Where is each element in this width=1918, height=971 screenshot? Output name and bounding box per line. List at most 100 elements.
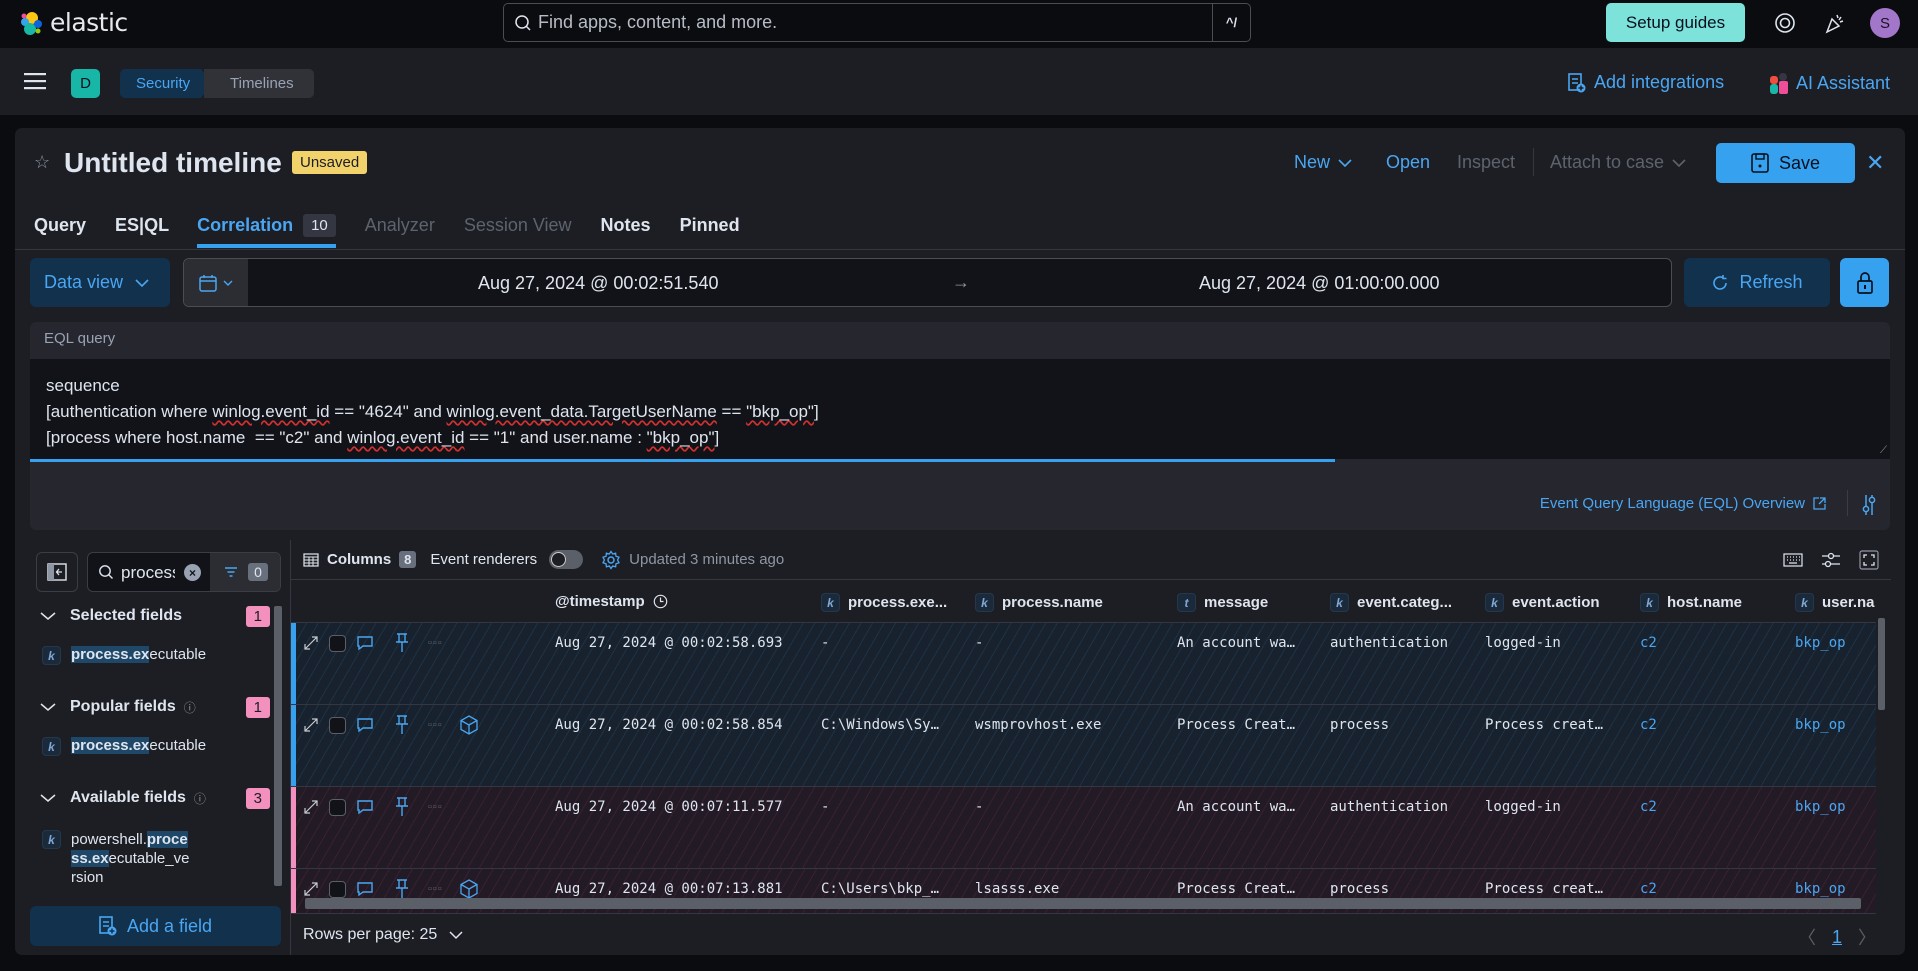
cell-event-action[interactable]: Process creat…: [1485, 717, 1603, 733]
news-feed-icon[interactable]: [1823, 11, 1847, 35]
add-note-icon[interactable]: [356, 635, 374, 651]
more-actions-icon[interactable]: ▫▫▫: [428, 637, 443, 649]
open-timeline-button[interactable]: Open: [1386, 152, 1430, 173]
cell-process-name[interactable]: lsasss.exe: [975, 881, 1059, 897]
cell-message[interactable]: An account wa…: [1177, 635, 1295, 651]
column-header-host-name[interactable]: k host.name: [1640, 593, 1742, 612]
cell-timestamp[interactable]: Aug 27, 2024 @ 00:07:13.881: [555, 881, 783, 897]
cell-user-name[interactable]: bkp_op: [1795, 717, 1846, 733]
field-item[interactable]: k powershell.process.executable_version: [42, 830, 192, 887]
add-note-icon[interactable]: [356, 881, 374, 897]
previous-page-icon[interactable]: 〈: [1798, 924, 1816, 950]
user-avatar[interactable]: S: [1870, 8, 1900, 38]
cell-event-action[interactable]: Process creat…: [1485, 881, 1603, 897]
popular-fields-section[interactable]: Popular fields ⓘ 1: [40, 696, 270, 718]
inspect-button[interactable]: Inspect: [1457, 152, 1515, 173]
help-tooltip-icon[interactable]: ⓘ: [194, 790, 206, 807]
more-actions-icon[interactable]: ▫▫▫: [428, 719, 443, 731]
cell-timestamp[interactable]: Aug 27, 2024 @ 00:07:11.577: [555, 799, 783, 815]
add-integrations-link[interactable]: Add integrations: [1568, 72, 1724, 93]
cell-message[interactable]: Process Creat…: [1177, 881, 1295, 897]
selected-fields-section[interactable]: Selected fields 1: [40, 605, 270, 627]
cell-user-name[interactable]: bkp_op: [1795, 799, 1846, 815]
table-row[interactable]: ▫▫▫ Aug 27, 2024 @ 00:02:58.854 C:\Windo…: [291, 705, 1876, 787]
cell-message[interactable]: Process Creat…: [1177, 717, 1295, 733]
cell-host-name[interactable]: c2: [1640, 881, 1657, 897]
cell-user-name[interactable]: bkp_op: [1795, 635, 1846, 651]
cell-event-category[interactable]: process: [1330, 717, 1389, 733]
pin-icon[interactable]: [394, 879, 410, 899]
keyboard-shortcuts-icon[interactable]: [1783, 553, 1803, 567]
field-type-filter-button[interactable]: 0: [210, 553, 280, 591]
expand-event-icon[interactable]: [303, 799, 319, 815]
gear-icon[interactable]: [601, 549, 621, 570]
tab-pinned[interactable]: Pinned: [680, 210, 740, 248]
add-field-button[interactable]: Add a field: [30, 906, 281, 946]
end-date-button[interactable]: Aug 27, 2024 @ 01:00:00.000: [1199, 273, 1439, 294]
row-checkbox[interactable]: [329, 798, 346, 816]
breadcrumb-security[interactable]: Security: [120, 69, 212, 98]
clear-search-icon[interactable]: ×: [184, 564, 201, 581]
refresh-button[interactable]: Refresh: [1684, 258, 1830, 307]
column-header-event-category[interactable]: k event.categ...: [1330, 593, 1452, 612]
cell-process-executable[interactable]: -: [821, 799, 829, 815]
row-checkbox[interactable]: [329, 634, 346, 652]
quick-select-button[interactable]: [184, 259, 248, 306]
eql-overview-link[interactable]: Event Query Language (EQL) Overview: [1540, 495, 1826, 512]
row-checkbox[interactable]: [329, 716, 346, 734]
pin-icon[interactable]: [394, 715, 410, 735]
available-fields-section[interactable]: Available fields ⓘ 3: [40, 787, 270, 809]
save-button[interactable]: Save: [1716, 143, 1855, 183]
tab-notes[interactable]: Notes: [601, 210, 651, 248]
more-actions-icon[interactable]: ▫▫▫: [428, 883, 443, 895]
tab-analyzer[interactable]: Analyzer: [365, 210, 435, 248]
column-header-process-executable[interactable]: k process.exe...: [821, 593, 947, 612]
cell-process-name[interactable]: -: [975, 635, 983, 651]
column-header-timestamp[interactable]: @timestamp: [555, 593, 668, 610]
cell-message[interactable]: An account wa…: [1177, 799, 1295, 815]
help-tooltip-icon[interactable]: ⓘ: [184, 699, 196, 716]
tab-correlation[interactable]: Correlation 10: [197, 210, 336, 248]
ai-assistant-button[interactable]: AI Assistant: [1770, 72, 1890, 94]
add-note-icon[interactable]: [356, 799, 374, 815]
setup-guides-button[interactable]: Setup guides: [1606, 3, 1745, 42]
event-renderers-toggle[interactable]: [549, 550, 584, 569]
cell-process-name[interactable]: wsmprovhost.exe: [975, 717, 1101, 733]
pin-icon[interactable]: [394, 797, 410, 817]
next-page-icon[interactable]: 〉: [1858, 924, 1876, 950]
display-settings-icon[interactable]: [1821, 552, 1841, 568]
field-search-input[interactable]: process.ex × 0: [87, 552, 281, 592]
help-icon[interactable]: [1773, 11, 1797, 35]
collapse-sidebar-button[interactable]: [36, 552, 78, 592]
cell-process-name[interactable]: -: [975, 799, 983, 815]
add-note-icon[interactable]: [356, 717, 374, 733]
cell-timestamp[interactable]: Aug 27, 2024 @ 00:02:58.693: [555, 635, 783, 651]
cell-event-action[interactable]: logged-in: [1485, 635, 1561, 651]
pin-icon[interactable]: [394, 633, 410, 653]
cell-host-name[interactable]: c2: [1640, 799, 1657, 815]
space-avatar[interactable]: D: [71, 69, 100, 98]
table-row[interactable]: ▫▫▫ Aug 27, 2024 @ 00:07:11.577 - - An a…: [291, 787, 1876, 869]
elastic-logo[interactable]: elastic: [18, 8, 128, 37]
expand-event-icon[interactable]: [303, 717, 319, 733]
new-timeline-dropdown[interactable]: New: [1294, 152, 1352, 173]
cell-event-category[interactable]: authentication: [1330, 799, 1448, 815]
session-view-icon[interactable]: [459, 715, 479, 735]
tab-esql[interactable]: ES|QL: [115, 210, 169, 248]
cell-event-category[interactable]: process: [1330, 881, 1389, 897]
cell-host-name[interactable]: c2: [1640, 717, 1657, 733]
timeline-title[interactable]: Untitled timeline: [64, 147, 282, 179]
cell-timestamp[interactable]: Aug 27, 2024 @ 00:02:58.854: [555, 717, 783, 733]
rows-per-page-dropdown[interactable]: Rows per page: 25: [303, 926, 463, 944]
field-item[interactable]: k process.executable: [42, 646, 206, 665]
grid-horizontal-scrollbar[interactable]: [305, 898, 1861, 909]
sidebar-scrollbar[interactable]: [274, 606, 282, 886]
cell-process-executable[interactable]: C:\Windows\Sy…: [821, 717, 939, 733]
favorite-star-icon[interactable]: ☆: [34, 152, 50, 173]
attach-to-case-dropdown[interactable]: Attach to case: [1550, 152, 1686, 173]
page-number-current[interactable]: 1: [1832, 927, 1842, 948]
cell-event-action[interactable]: logged-in: [1485, 799, 1561, 815]
tab-session-view[interactable]: Session View: [464, 210, 572, 248]
cell-host-name[interactable]: c2: [1640, 635, 1657, 651]
expand-event-icon[interactable]: [303, 635, 319, 651]
